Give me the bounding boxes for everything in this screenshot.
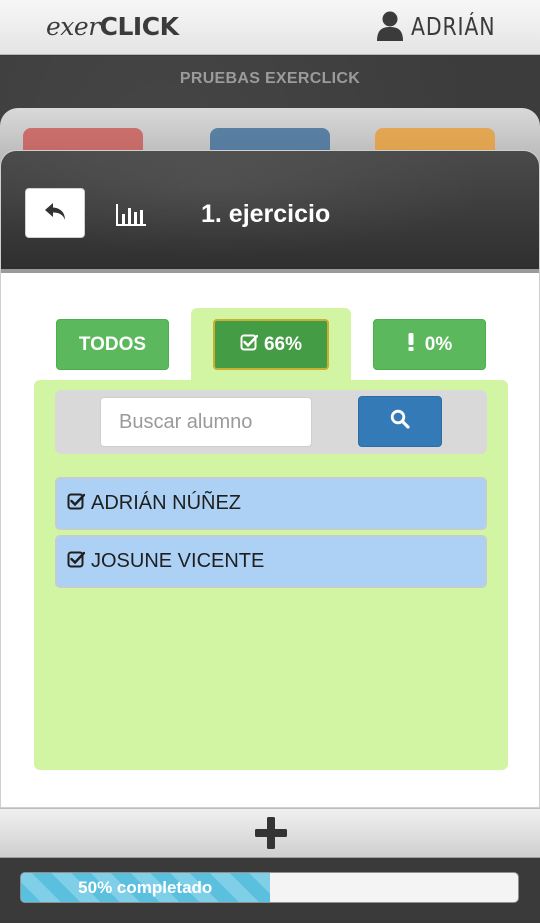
progress-label: 50% completado (78, 877, 213, 897)
stats-button[interactable] (109, 198, 151, 230)
add-button[interactable] (254, 816, 288, 850)
exercise-title: 1. ejercicio (201, 200, 331, 228)
tab-pending[interactable]: 0% (373, 319, 486, 370)
check-square-icon (67, 492, 86, 516)
logo-text-part1: exer (46, 12, 100, 41)
search-bar (55, 390, 487, 454)
students-panel: ADRIÁN NÚÑEZ JOSUNE VICENTE (34, 380, 508, 770)
back-button[interactable] (25, 188, 85, 238)
bar-chart-icon (115, 203, 147, 232)
search-button[interactable] (358, 396, 442, 447)
progress-bar: 50% completado (20, 872, 519, 903)
check-square-icon (67, 550, 86, 574)
tab-all-label: TODOS (78, 333, 147, 355)
tab-all[interactable]: TODOS (56, 319, 169, 370)
logo-text-part2: CLICK (99, 12, 179, 41)
tab-completed-label: 66% (263, 333, 303, 355)
user-icon (377, 11, 404, 41)
student-name: ADRIÁN NÚÑEZ (91, 492, 242, 514)
add-bar (0, 808, 540, 858)
app-logo[interactable]: exerCLICK (46, 12, 179, 41)
board-title: PRUEBAS EXERCLICK (179, 70, 361, 87)
check-square-icon (240, 333, 259, 357)
user-name: ADRIÁN (411, 11, 496, 41)
search-input[interactable] (100, 397, 312, 447)
tab-pending-label: 0% (424, 333, 453, 355)
user-menu[interactable]: ADRIÁN (377, 9, 496, 43)
student-row[interactable]: ADRIÁN NÚÑEZ (55, 477, 487, 530)
student-row[interactable]: JOSUNE VICENTE (55, 535, 487, 588)
exercise-modal: 1. ejercicio TODOS 66% 0% Buscar alumno … (0, 150, 540, 808)
reply-arrow-icon (44, 202, 68, 229)
student-name: JOSUNE VICENTE (91, 550, 265, 572)
search-icon (390, 409, 410, 434)
footer: 50% completado (0, 858, 540, 923)
exclamation-icon (407, 332, 415, 358)
plus-icon (254, 817, 288, 854)
app-header: exerCLICK ADRIÁN (0, 0, 540, 55)
tab-completed[interactable]: 66% (213, 319, 329, 370)
modal-header: 1. ejercicio (1, 151, 539, 273)
